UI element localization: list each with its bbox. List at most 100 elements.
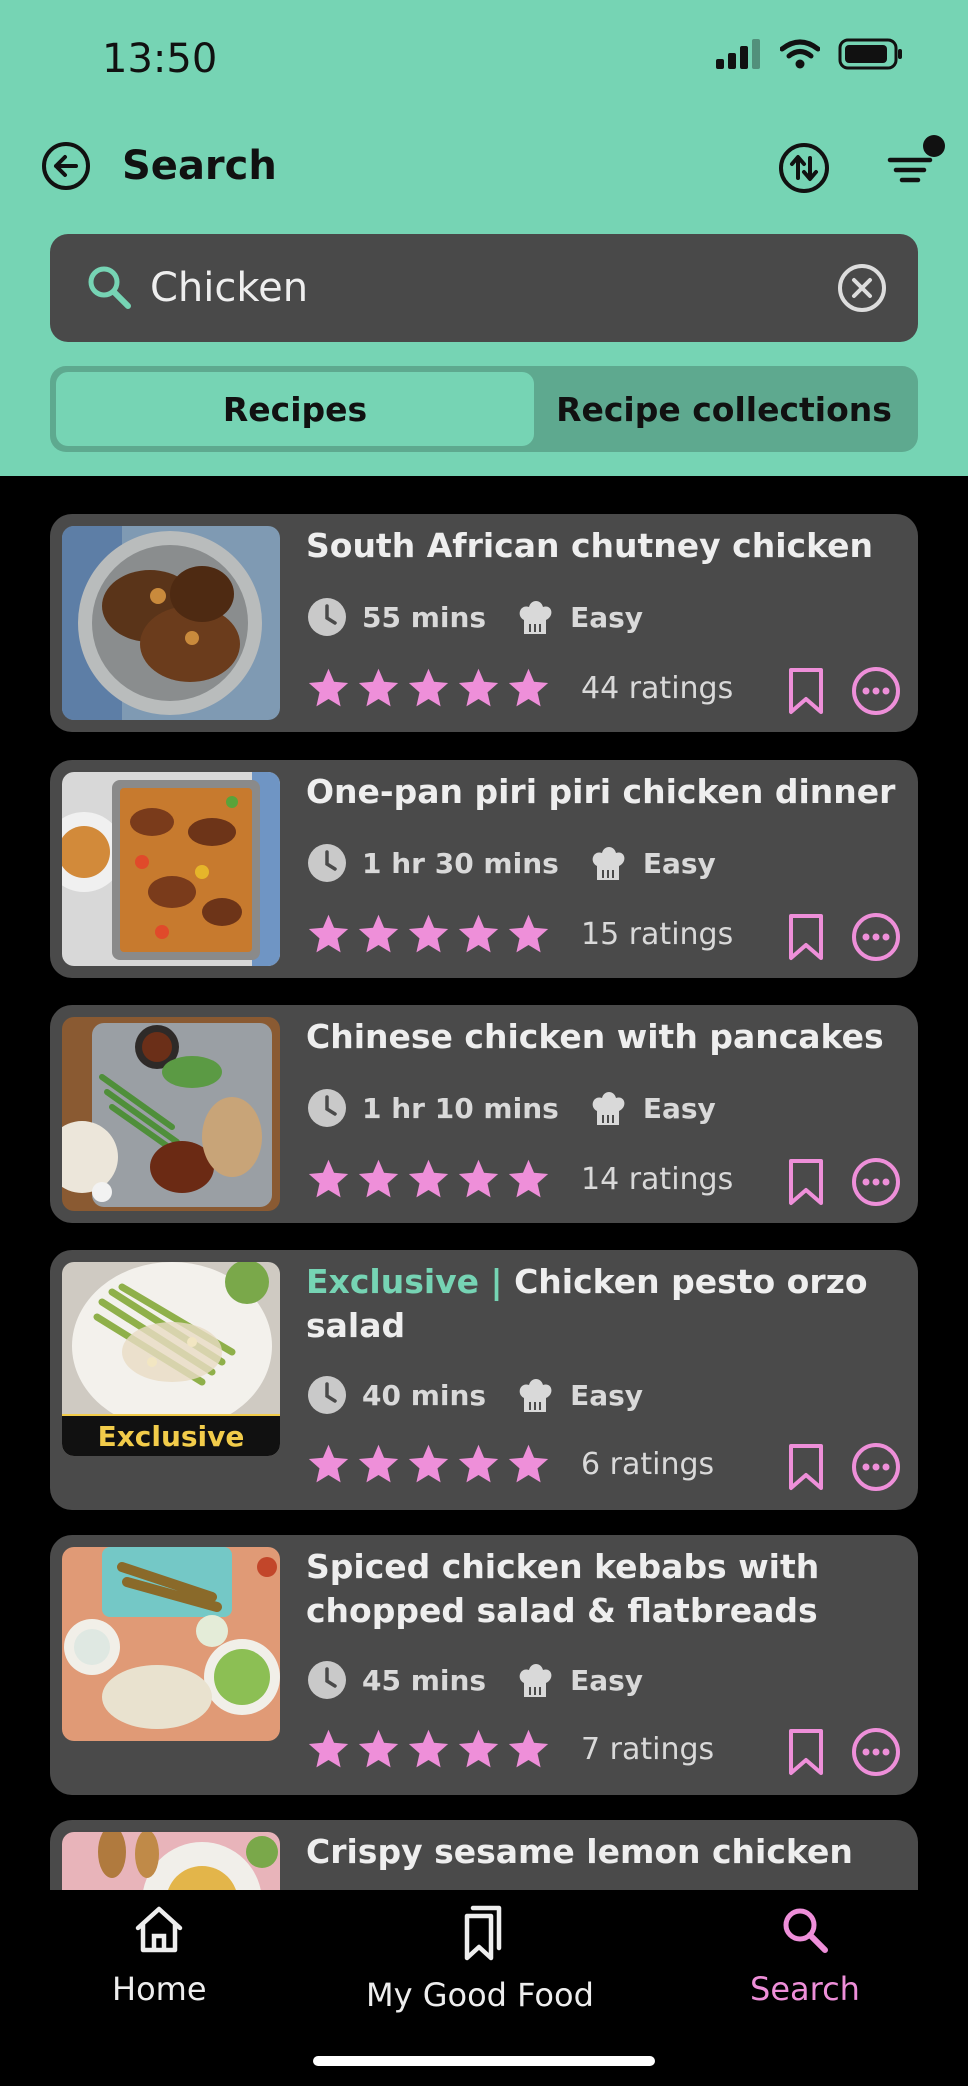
recipe-card[interactable]: Crispy sesame lemon chicken bbox=[50, 1820, 918, 1890]
tab-recipe-collections[interactable]: Recipe collections bbox=[536, 372, 912, 446]
recipe-title[interactable]: Exclusive | Chicken pesto orzo salad bbox=[306, 1260, 896, 1348]
bookmark-icon[interactable] bbox=[786, 912, 826, 962]
chef-hat-icon bbox=[519, 601, 552, 634]
header: 13:50 Search Chicken Recipes Recipe coll… bbox=[0, 0, 968, 476]
star-icon bbox=[508, 1729, 549, 1768]
recipe-time: 1 hr 30 mins bbox=[362, 846, 559, 880]
star-icon bbox=[408, 1159, 449, 1198]
clock-icon bbox=[308, 1661, 346, 1699]
clock-icon bbox=[308, 1376, 346, 1414]
chef-hat-icon bbox=[519, 1379, 552, 1412]
star-icon bbox=[358, 668, 399, 707]
more-options-icon[interactable] bbox=[850, 911, 902, 963]
signal-icon bbox=[716, 39, 760, 69]
chef-hat-icon bbox=[519, 1664, 552, 1697]
recipe-title[interactable]: Chinese chicken with pancakes bbox=[306, 1015, 896, 1059]
recipe-title[interactable]: One-pan piri piri chicken dinner bbox=[306, 770, 896, 814]
star-icon bbox=[358, 1729, 399, 1768]
more-options-icon[interactable] bbox=[850, 665, 902, 717]
bookmark-icon[interactable] bbox=[786, 1727, 826, 1777]
star-icon bbox=[458, 1444, 499, 1483]
recipe-image: Exclusive bbox=[62, 1262, 280, 1456]
clock-icon bbox=[308, 844, 346, 882]
star-icon bbox=[308, 668, 349, 707]
recipe-difficulty: Easy bbox=[570, 1663, 644, 1697]
star-icon bbox=[458, 914, 499, 953]
status-icons bbox=[716, 38, 904, 70]
recipe-meta: 1 hr 10 mins Easy bbox=[306, 1087, 716, 1129]
star-icon bbox=[308, 1444, 349, 1483]
nav-my-good-food[interactable]: My Good Food bbox=[366, 1904, 594, 2014]
clock-icon bbox=[308, 1089, 346, 1127]
clear-icon[interactable] bbox=[836, 262, 888, 314]
star-icon bbox=[508, 668, 549, 707]
rating-row: 6 ratings bbox=[306, 1442, 714, 1486]
search-icon bbox=[783, 1908, 828, 1953]
star-icon bbox=[358, 914, 399, 953]
recipe-card[interactable]: Chinese chicken with pancakes 1 hr 10 mi… bbox=[50, 1005, 918, 1223]
star-icon bbox=[508, 1159, 549, 1198]
recipe-list: South African chutney chicken 55 mins Ea… bbox=[0, 476, 968, 1890]
recipe-difficulty: Easy bbox=[570, 600, 644, 634]
nav-home[interactable]: Home bbox=[112, 1904, 207, 2008]
nav-home-label: Home bbox=[112, 1970, 207, 2008]
recipe-difficulty: Easy bbox=[570, 1378, 644, 1412]
search-tabs: Recipes Recipe collections bbox=[50, 366, 918, 452]
recipe-difficulty: Easy bbox=[642, 1091, 716, 1125]
recipe-card[interactable]: South African chutney chicken 55 mins Ea… bbox=[50, 514, 918, 732]
nav-search[interactable]: Search bbox=[750, 1904, 860, 2008]
star-icon bbox=[308, 914, 349, 953]
tab-recipes[interactable]: Recipes bbox=[56, 372, 534, 446]
recipe-image bbox=[62, 1017, 280, 1211]
nav-search-label: Search bbox=[750, 1970, 860, 2008]
bookmark-icon[interactable] bbox=[786, 1442, 826, 1492]
bookmark-icon[interactable] bbox=[786, 1157, 826, 1207]
star-icon bbox=[408, 1444, 449, 1483]
star-icon bbox=[408, 914, 449, 953]
star-rating bbox=[306, 1727, 551, 1771]
star-icon bbox=[308, 1729, 349, 1768]
status-time: 13:50 bbox=[102, 36, 218, 82]
recipe-time: 55 mins bbox=[362, 600, 487, 634]
more-options-icon[interactable] bbox=[850, 1726, 902, 1778]
exclusive-badge: Exclusive bbox=[62, 1414, 280, 1456]
star-icon bbox=[458, 668, 499, 707]
more-options-icon[interactable] bbox=[850, 1156, 902, 1208]
recipe-image bbox=[62, 772, 280, 966]
recipe-image bbox=[62, 1832, 280, 1890]
recipe-card[interactable]: One-pan piri piri chicken dinner 1 hr 30… bbox=[50, 760, 918, 978]
ratings-count: 7 ratings bbox=[581, 1731, 715, 1767]
recipe-title[interactable]: Spiced chicken kebabs with chopped salad… bbox=[306, 1545, 896, 1633]
search-bar[interactable] bbox=[50, 234, 918, 342]
star-rating bbox=[306, 1442, 551, 1486]
recipe-time: 1 hr 10 mins bbox=[362, 1091, 559, 1125]
star-icon bbox=[358, 1444, 399, 1483]
bookmarks-icon bbox=[464, 1905, 502, 1961]
recipe-difficulty: Easy bbox=[642, 846, 716, 880]
recipe-card[interactable]: Exclusive Exclusive | Chicken pesto orzo… bbox=[50, 1250, 918, 1510]
star-icon bbox=[308, 1159, 349, 1198]
recipe-meta: 40 mins Easy bbox=[306, 1374, 643, 1416]
recipe-card[interactable]: Spiced chicken kebabs with chopped salad… bbox=[50, 1535, 918, 1795]
star-icon bbox=[458, 1159, 499, 1198]
recipe-time: 45 mins bbox=[362, 1663, 487, 1697]
recipe-meta: 45 mins Easy bbox=[306, 1659, 643, 1701]
more-options-icon[interactable] bbox=[850, 1441, 902, 1493]
wifi-icon bbox=[780, 39, 820, 69]
star-icon bbox=[358, 1159, 399, 1198]
bookmark-icon[interactable] bbox=[786, 666, 826, 716]
home-indicator bbox=[313, 2056, 655, 2066]
filter-icon[interactable] bbox=[884, 134, 952, 194]
back-arrow-icon[interactable] bbox=[40, 140, 92, 192]
sort-icon[interactable] bbox=[776, 140, 832, 196]
rating-row: 44 ratings bbox=[306, 666, 733, 710]
star-icon bbox=[458, 1729, 499, 1768]
page-title: Search bbox=[122, 143, 277, 189]
search-input[interactable] bbox=[150, 260, 750, 316]
clock-icon bbox=[308, 598, 346, 636]
chef-hat-icon bbox=[592, 847, 625, 880]
recipe-title[interactable]: Crispy sesame lemon chicken bbox=[306, 1830, 896, 1874]
recipe-title[interactable]: South African chutney chicken bbox=[306, 524, 896, 568]
star-rating bbox=[306, 1157, 551, 1201]
recipe-image bbox=[62, 1547, 280, 1741]
